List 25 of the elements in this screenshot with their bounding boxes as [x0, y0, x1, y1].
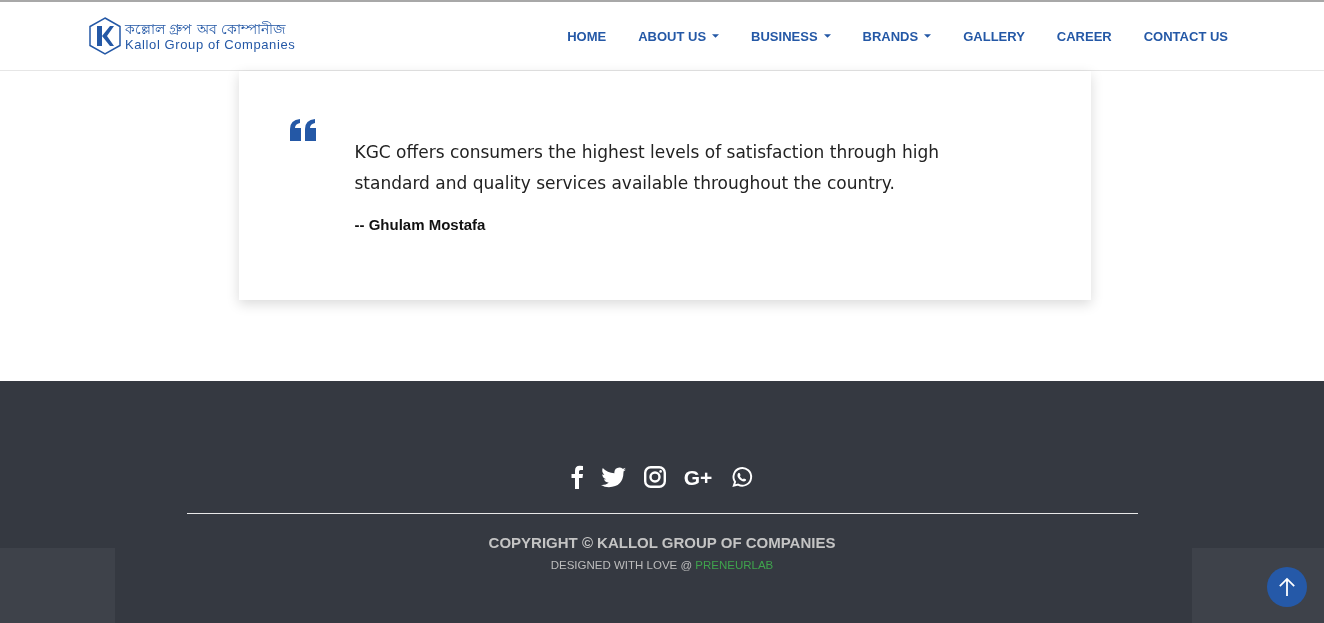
designer-link[interactable]: PRENEURLAB: [695, 559, 774, 571]
caret-icon: [712, 34, 720, 38]
logo-name: Kallol Group of Companies: [125, 37, 296, 51]
designed-by-text: DESIGNED WITH LOVE @ PRENEURLAB: [550, 559, 774, 571]
instagram-icon[interactable]: [643, 466, 666, 488]
quote-author: -- Ghulam Mostafa: [354, 216, 487, 233]
copyright-text: COPYRIGHT © KALLOL GROUP OF COMPANIES: [488, 534, 836, 551]
google-plus-icon[interactable]: G+: [683, 466, 713, 488]
logo-bengali-name: কল্লোল গ্রুপ অব কোম্পানীজ: [125, 21, 288, 36]
whatsapp-icon[interactable]: [730, 465, 754, 489]
nav-link[interactable]: HOME: [567, 28, 607, 44]
facebook-icon[interactable]: [570, 465, 583, 489]
caret-icon: [823, 34, 831, 38]
caret-icon: [924, 34, 932, 38]
nav-link[interactable]: BRANDS: [862, 28, 932, 44]
quote-icon: [289, 119, 316, 141]
nav-link[interactable]: GALLERY: [963, 28, 1025, 44]
nav-link[interactable]: CAREER: [1056, 28, 1112, 44]
nav-link[interactable]: ABOUT US: [638, 28, 720, 44]
nav-link[interactable]: BUSINESS: [751, 28, 831, 44]
twitter-icon[interactable]: [600, 466, 626, 488]
logo-icon: [89, 17, 121, 55]
quote-text: KGC offers consumers the highest levels of satisfaction through high standard and quality services available throughout the country.: [354, 141, 941, 195]
nav-link[interactable]: CONTACT US: [1143, 28, 1228, 44]
arrow-up-icon: [1278, 577, 1296, 597]
